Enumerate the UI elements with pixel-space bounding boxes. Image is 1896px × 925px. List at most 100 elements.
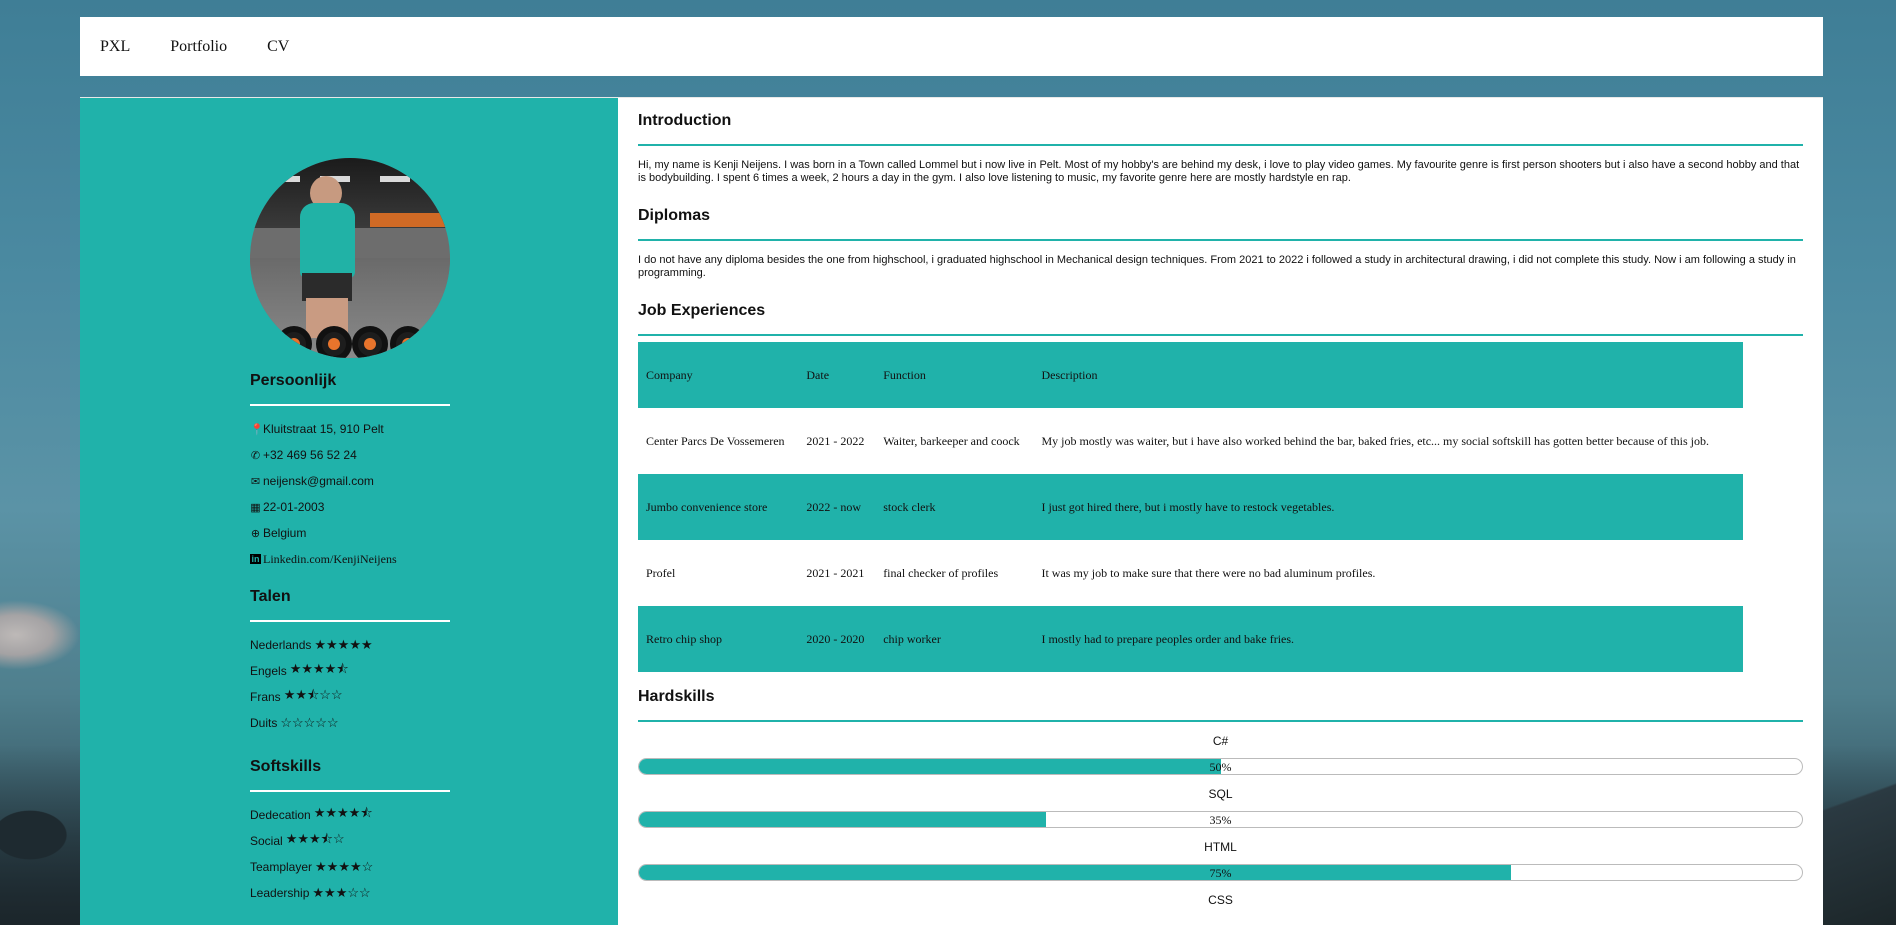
top-navbar: PXL Portfolio CV bbox=[80, 17, 1823, 76]
table-row: Center Parcs De Vossemeren 2021 - 2022 W… bbox=[638, 408, 1743, 474]
softskill-label: Dedecation bbox=[250, 808, 311, 822]
hardskill-item: SQL 35% bbox=[638, 787, 1803, 828]
birthdate-row: ▦ 22-01-2003 bbox=[250, 494, 450, 520]
table-cell: 2021 - 2021 bbox=[806, 565, 865, 580]
softskills-heading: Softskills bbox=[250, 758, 450, 792]
column-header: Description bbox=[1033, 342, 1743, 408]
star-rating: ☆☆☆☆☆ bbox=[280, 715, 339, 730]
star-rating: ★★⯪☆☆ bbox=[283, 687, 343, 702]
nav-link-portfolio[interactable]: Portfolio bbox=[170, 38, 227, 56]
linkedin-link[interactable]: Linkedin.com/KenjiNeijens bbox=[263, 552, 397, 567]
hardskill-item: C# 50% bbox=[638, 734, 1803, 775]
calendar-icon: ▦ bbox=[250, 501, 261, 514]
country-row: ⊕ Belgium bbox=[250, 520, 450, 546]
table-cell: Retro chip shop bbox=[638, 606, 799, 672]
progress-text: 75% bbox=[1209, 866, 1232, 880]
globe-icon: ⊕ bbox=[250, 527, 261, 540]
birthdate-text: 22-01-2003 bbox=[263, 500, 325, 514]
progress-text: 50% bbox=[1209, 760, 1232, 774]
star-rating: ★★★☆☆ bbox=[312, 885, 371, 900]
phone-icon: ✆ bbox=[250, 449, 261, 462]
table-cell: 2020 - 2020 bbox=[798, 606, 876, 672]
hardskill-label: HTML bbox=[1204, 840, 1237, 854]
progress-bar: 75% bbox=[638, 864, 1803, 881]
table-cell: Profel bbox=[646, 565, 676, 580]
table-cell: chip worker bbox=[875, 606, 1034, 672]
language-label: Engels bbox=[250, 664, 287, 678]
linkedin-icon: in bbox=[250, 554, 261, 564]
column-header: Date bbox=[798, 342, 876, 408]
softskill-item: Dedecation ★★★★⯪ bbox=[250, 802, 450, 828]
table-header-row: Company Date Function Description bbox=[638, 342, 1743, 408]
languages-heading: Talen bbox=[250, 588, 450, 622]
sidebar-content: Persoonlijk 📍 Kluitstraat 15, 910 Pelt ✆… bbox=[250, 158, 450, 906]
table-cell: Center Parcs De Vossemeren bbox=[646, 433, 785, 448]
diplomas-text: I do not have any diploma besides the on… bbox=[638, 254, 1796, 279]
main-content: Introduction Hi, my name is Kenji Neijen… bbox=[618, 98, 1823, 925]
job-experiences-table: Company Date Function Description Center… bbox=[638, 342, 1743, 672]
star-rating: ★★★★⯪ bbox=[289, 661, 349, 676]
introduction-text: Hi, my name is Kenji Neijens. I was born… bbox=[638, 159, 1800, 184]
star-rating: ★★★★☆ bbox=[315, 859, 374, 874]
email-row: ✉ neijensk@gmail.com bbox=[250, 468, 450, 494]
language-item: Engels ★★★★⯪ bbox=[250, 658, 450, 684]
softskill-item: Leadership ★★★☆☆ bbox=[250, 880, 450, 906]
softskill-item: Social ★★★⯪☆ bbox=[250, 828, 450, 854]
table-cell: stock clerk bbox=[875, 474, 1034, 540]
table-cell: My job mostly was waiter, but i have als… bbox=[1041, 433, 1709, 448]
hardskill-item: CSS bbox=[638, 893, 1803, 909]
linkedin-row[interactable]: in Linkedin.com/KenjiNeijens bbox=[250, 546, 450, 572]
email-text: neijensk@gmail.com bbox=[263, 474, 374, 488]
sidebar: Persoonlijk 📍 Kluitstraat 15, 910 Pelt ✆… bbox=[80, 98, 618, 925]
phone-text: +32 469 56 52 24 bbox=[263, 448, 357, 462]
country-text: Belgium bbox=[263, 526, 307, 540]
job-experiences-heading: Job Experiences bbox=[638, 288, 1803, 336]
table-cell: Waiter, barkeeper and coock bbox=[883, 433, 1020, 448]
nav-link-cv[interactable]: CV bbox=[267, 38, 289, 56]
phone-row: ✆ +32 469 56 52 24 bbox=[250, 442, 450, 468]
progress-text: 35% bbox=[1209, 813, 1232, 827]
column-header: Function bbox=[875, 342, 1034, 408]
table-cell: 2021 - 2022 bbox=[806, 433, 865, 448]
language-item: Nederlands ★★★★★ bbox=[250, 632, 450, 658]
hardskill-label: CSS bbox=[1208, 893, 1233, 907]
language-label: Frans bbox=[250, 690, 281, 704]
map-marker-icon: 📍 bbox=[250, 423, 264, 436]
star-rating: ★★★⯪☆ bbox=[285, 831, 345, 846]
softskill-label: Teamplayer bbox=[250, 860, 313, 874]
address-row: 📍 Kluitstraat 15, 910 Pelt bbox=[250, 416, 450, 442]
nav-link-pxl[interactable]: PXL bbox=[100, 38, 130, 56]
table-row: Profel 2021 - 2021 final checker of prof… bbox=[638, 540, 1743, 606]
hardskills-heading: Hardskills bbox=[638, 672, 1803, 722]
table-row: Retro chip shop 2020 - 2020 chip worker … bbox=[638, 606, 1743, 672]
background-cloud bbox=[0, 600, 80, 670]
table-cell: 2022 - now bbox=[798, 474, 876, 540]
star-rating: ★★★★★ bbox=[314, 637, 373, 652]
address-text: Kluitstraat 15, 910 Pelt bbox=[263, 422, 384, 436]
hardskill-label: SQL bbox=[1208, 787, 1233, 801]
softskill-label: Leadership bbox=[250, 886, 310, 900]
personal-heading: Persoonlijk bbox=[250, 372, 450, 406]
table-cell: I just got hired there, but i mostly hav… bbox=[1033, 474, 1743, 540]
envelope-icon: ✉ bbox=[250, 475, 261, 488]
table-cell: Jumbo convenience store bbox=[638, 474, 799, 540]
cv-panel: Persoonlijk 📍 Kluitstraat 15, 910 Pelt ✆… bbox=[80, 97, 1823, 925]
hardskill-item: HTML 75% bbox=[638, 840, 1803, 881]
introduction-heading: Introduction bbox=[638, 98, 1803, 146]
column-header: Company bbox=[638, 342, 799, 408]
progress-bar: 35% bbox=[638, 811, 1803, 828]
star-rating: ★★★★⯪ bbox=[313, 805, 373, 820]
language-label: Nederlands bbox=[250, 638, 312, 652]
language-item: Duits ☆☆☆☆☆ bbox=[250, 710, 450, 736]
softskill-label: Social bbox=[250, 834, 283, 848]
softskill-item: Teamplayer ★★★★☆ bbox=[250, 854, 450, 880]
progress-bar: 50% bbox=[638, 758, 1803, 775]
language-item: Frans ★★⯪☆☆ bbox=[250, 684, 450, 710]
table-cell: I mostly had to prepare peoples order an… bbox=[1033, 606, 1743, 672]
table-row: Jumbo convenience store 2022 - now stock… bbox=[638, 474, 1743, 540]
hardskill-label: C# bbox=[1212, 734, 1229, 748]
diplomas-heading: Diplomas bbox=[638, 193, 1803, 241]
profile-photo bbox=[250, 158, 450, 358]
table-cell: It was my job to make sure that there we… bbox=[1041, 565, 1376, 580]
table-cell: final checker of profiles bbox=[883, 565, 999, 580]
